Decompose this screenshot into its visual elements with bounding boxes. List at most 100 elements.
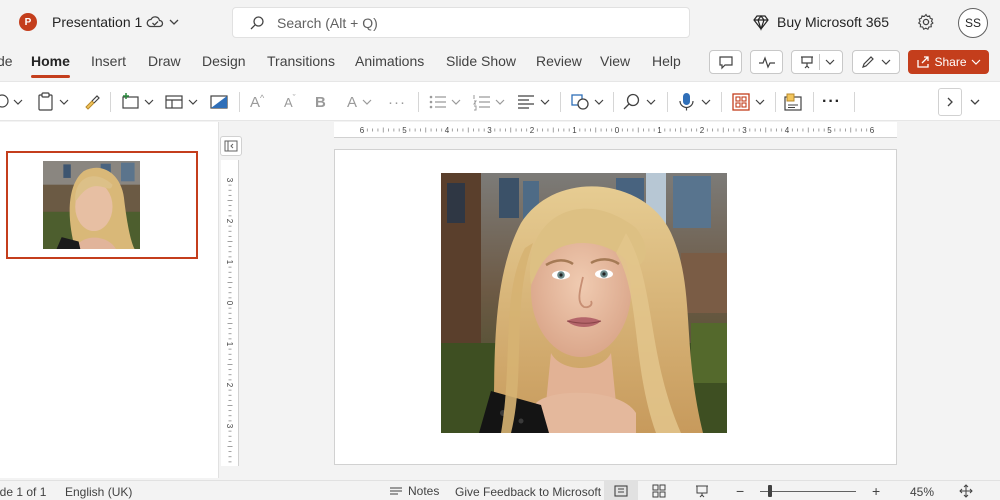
collapse-thumbnails-button[interactable] (220, 136, 242, 156)
layout-button[interactable] (164, 92, 202, 112)
pen-icon (862, 56, 874, 68)
tab-slide-partial[interactable]: de (0, 53, 13, 69)
ruler-label: 5 (827, 126, 832, 135)
ruler-label: 6 (360, 126, 365, 135)
avatar[interactable]: SS (958, 8, 988, 38)
share-label: Share (934, 55, 967, 69)
comments-button[interactable] (709, 50, 742, 74)
designer-button[interactable] (731, 92, 769, 112)
tab-slide-show[interactable]: Slide Show (446, 53, 516, 69)
search-icon (623, 93, 656, 110)
slide-thumbnail-1[interactable] (6, 151, 198, 259)
reading-view-button[interactable] (695, 484, 709, 500)
buy-microsoft-365-button[interactable]: Buy Microsoft 365 (752, 9, 889, 35)
editing-mode-button[interactable] (852, 50, 900, 74)
normal-view-button[interactable] (604, 481, 638, 500)
bold-glyph: B (315, 93, 326, 111)
ruler-label: 4 (785, 126, 790, 135)
slide-count: ide 1 of 1 (0, 485, 47, 499)
collapse-pane-icon (224, 140, 238, 152)
document-title[interactable]: Presentation 1 (52, 14, 142, 30)
ruler-label: 4 (445, 126, 450, 135)
zoom-in-button[interactable]: + (872, 483, 880, 499)
notes-button[interactable]: Notes (389, 484, 439, 498)
caret-up-glyph: ^ (260, 93, 265, 103)
slide-sorter-button[interactable] (652, 484, 666, 500)
decrease-font-size-button[interactable]: Aˇ (284, 92, 296, 112)
more-dots-glyph: ··· (388, 93, 406, 111)
font-color-button[interactable]: A (344, 92, 374, 112)
notes-icon (390, 487, 402, 495)
diamond-icon (753, 15, 769, 31)
normal-view-icon (614, 485, 628, 497)
bold-button[interactable]: B (315, 92, 326, 112)
ribbon-separator (560, 92, 561, 112)
ruler-label: 3 (487, 126, 492, 135)
feedback-link[interactable]: Give Feedback to Microsoft (455, 485, 601, 499)
shapes-button[interactable] (570, 92, 608, 112)
clipboard-icon (38, 92, 69, 111)
ruler-label: 3 (742, 126, 747, 135)
avatar-initials: SS (964, 16, 981, 30)
ribbon-separator (110, 92, 111, 112)
more-font-options-button[interactable]: ··· (388, 92, 406, 112)
active-tab-indicator (31, 75, 70, 78)
slide-background-button[interactable] (209, 92, 229, 112)
tab-transitions[interactable]: Transitions (267, 53, 335, 69)
present-button[interactable] (791, 50, 843, 74)
portrait-image[interactable] (441, 173, 727, 433)
expand-ribbon-button[interactable] (968, 92, 982, 112)
tab-view[interactable]: View (600, 53, 630, 69)
find-button[interactable] (622, 92, 660, 112)
search-input[interactable]: Search (Alt + Q) (232, 7, 690, 38)
activity-icon (758, 56, 775, 69)
new-slide-button[interactable] (120, 92, 158, 112)
more-dots-glyph: ··· (822, 93, 841, 110)
bullets-button[interactable] (428, 92, 464, 112)
more-options-button[interactable]: ··· (822, 92, 841, 112)
ribbon-tabs: de Home Insert Draw Design Transitions A… (0, 44, 1000, 80)
ruler-label: 5 (402, 126, 407, 135)
tab-design[interactable]: Design (202, 53, 246, 69)
share-button[interactable]: Share (908, 50, 989, 74)
zoom-slider-thumb[interactable] (767, 485, 772, 497)
tab-draw[interactable]: Draw (148, 53, 181, 69)
slide-canvas[interactable] (334, 149, 897, 465)
tab-help[interactable]: Help (652, 53, 681, 69)
caret-down-glyph: ˇ (292, 93, 296, 103)
slide-thumbnails-pane (0, 122, 219, 478)
scroll-ribbon-right-button[interactable] (938, 88, 962, 116)
lasso-select-button[interactable] (0, 92, 26, 112)
ruler-label: 2 (700, 126, 705, 135)
format-painter-button[interactable] (82, 92, 102, 112)
numbered-list-icon (473, 95, 505, 111)
bullet-list-icon (429, 95, 461, 109)
format-painter-icon (85, 95, 100, 110)
tab-home[interactable]: Home (31, 53, 70, 69)
cloud-saved-icon[interactable] (146, 13, 164, 31)
increase-font-size-button[interactable]: A ^ (250, 92, 264, 112)
dictate-button[interactable] (677, 92, 715, 112)
fit-slide-button[interactable] (959, 484, 973, 500)
horizontal-ruler-ticks: 6 5 4 3 2 1 0 1 2 3 4 5 6 (360, 126, 875, 135)
catch-up-button[interactable] (750, 50, 783, 74)
ruler-label: 1 (225, 342, 234, 347)
vertical-ruler: 3 2 1 0 1 2 3 (221, 160, 239, 466)
add-ins-button[interactable] (783, 92, 803, 112)
tab-animations[interactable]: Animations (355, 53, 424, 69)
font-color-glyph: A (346, 93, 357, 111)
language-indicator[interactable]: English (UK) (65, 485, 132, 499)
zoom-level[interactable]: 45% (910, 485, 934, 499)
zoom-out-button[interactable]: − (736, 483, 744, 499)
chevron-down-icon[interactable] (167, 13, 181, 31)
tab-insert[interactable]: Insert (91, 53, 126, 69)
numbering-button[interactable] (472, 92, 508, 112)
chevron-down-icon (971, 59, 980, 65)
paste-button[interactable] (37, 92, 73, 112)
chevron-down-icon (825, 59, 834, 65)
gear-icon[interactable] (917, 13, 935, 31)
zoom-slider-track[interactable] (760, 491, 856, 492)
align-button[interactable] (516, 92, 554, 112)
tab-review[interactable]: Review (536, 53, 582, 69)
ribbon-separator (239, 92, 240, 112)
